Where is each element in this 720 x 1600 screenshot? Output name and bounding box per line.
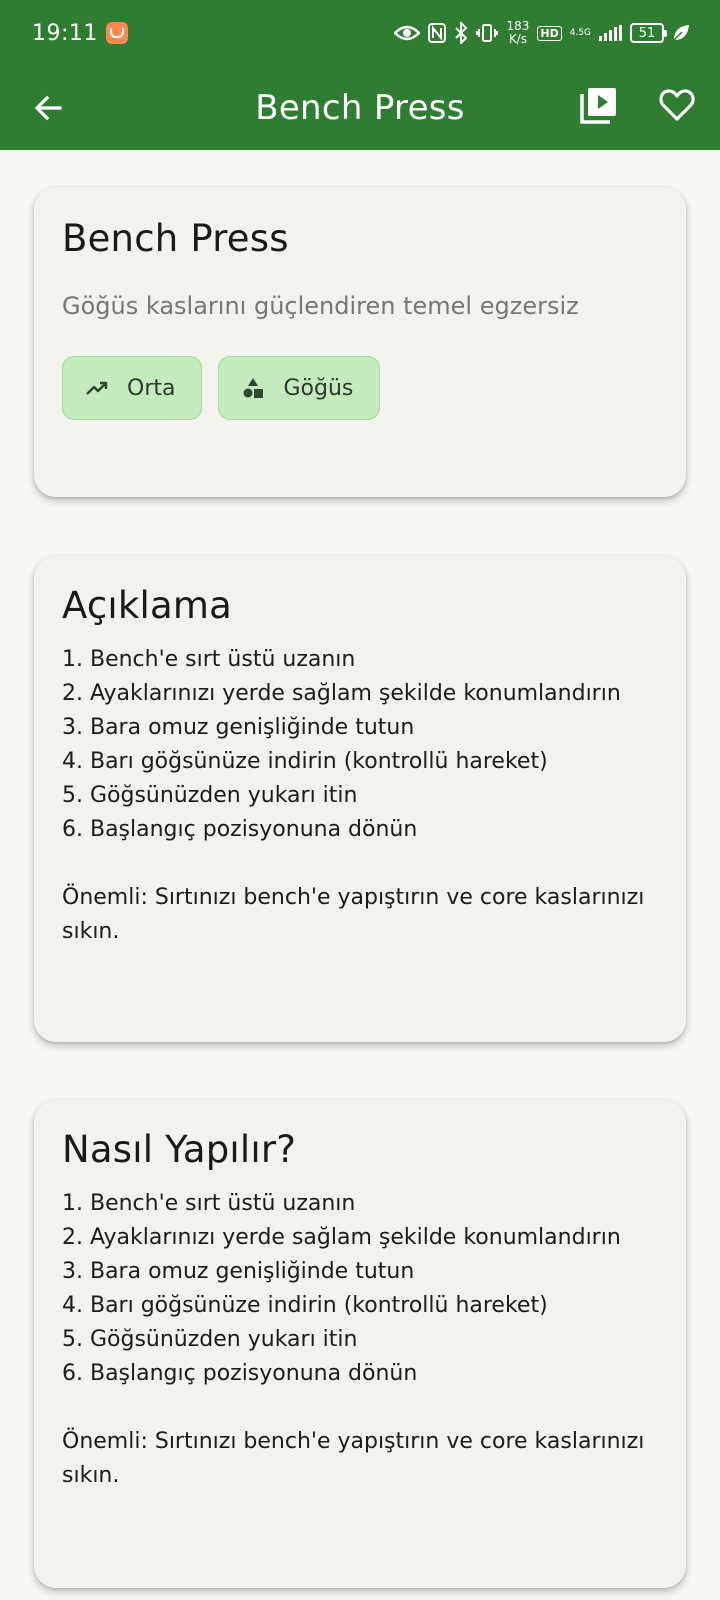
- battery-level: 51: [638, 25, 656, 41]
- status-time: 19:11: [32, 20, 98, 46]
- exercise-summary-card: Bench Press Göğüs kaslarını güçlendiren …: [34, 187, 686, 497]
- how-to-card: Nasıl Yapılır? 1. Bench'e sırt üstü uzan…: [34, 1100, 686, 1588]
- exercise-description: Göğüs kaslarını güçlendiren temel egzers…: [62, 292, 579, 320]
- app-bar: Bench Press: [0, 66, 720, 150]
- hd-badge: HD: [537, 25, 562, 41]
- leaf-icon: [673, 25, 689, 41]
- trending-up-icon: [86, 381, 108, 395]
- vibrate-icon: [476, 24, 499, 42]
- description-heading: Açıklama: [62, 584, 232, 627]
- difficulty-chip[interactable]: Orta: [62, 356, 203, 420]
- battery-icon: 51: [630, 23, 667, 43]
- how-to-text: 1. Bench'e sırt üstü uzanın 2. Ayakların…: [62, 1191, 645, 1488]
- network-speed: 183 K/s: [506, 20, 529, 46]
- status-bar: 19:11 183 K/s HD 4.5G 51: [0, 0, 720, 66]
- muscle-group-chip[interactable]: Göğüs: [218, 356, 381, 420]
- signal-icon: [599, 25, 622, 41]
- speed-value: 183: [506, 19, 530, 33]
- bluetooth-icon: [455, 22, 468, 44]
- nfc-icon: [428, 23, 447, 43]
- favorite-heart-icon[interactable]: [658, 86, 696, 124]
- video-library-icon[interactable]: [578, 84, 620, 126]
- status-icons: 183 K/s HD 4.5G 51: [394, 20, 690, 46]
- difficulty-label: Orta: [127, 375, 176, 401]
- category-shapes-icon: [243, 378, 264, 398]
- exercise-tags: Orta Göğüs: [62, 356, 658, 420]
- description-card: Açıklama 1. Bench'e sırt üstü uzanın 2. …: [34, 556, 686, 1042]
- notification-app-icon: [105, 22, 128, 44]
- how-to-heading: Nasıl Yapılır?: [62, 1128, 297, 1171]
- muscle-group-label: Göğüs: [283, 375, 354, 401]
- exercise-name: Bench Press: [62, 217, 289, 260]
- speed-unit: K/s: [508, 32, 527, 46]
- description-text: 1. Bench'e sırt üstü uzanın 2. Ayakların…: [62, 647, 645, 944]
- network-type: 4.5G: [569, 27, 591, 38]
- eye-icon: [394, 25, 421, 41]
